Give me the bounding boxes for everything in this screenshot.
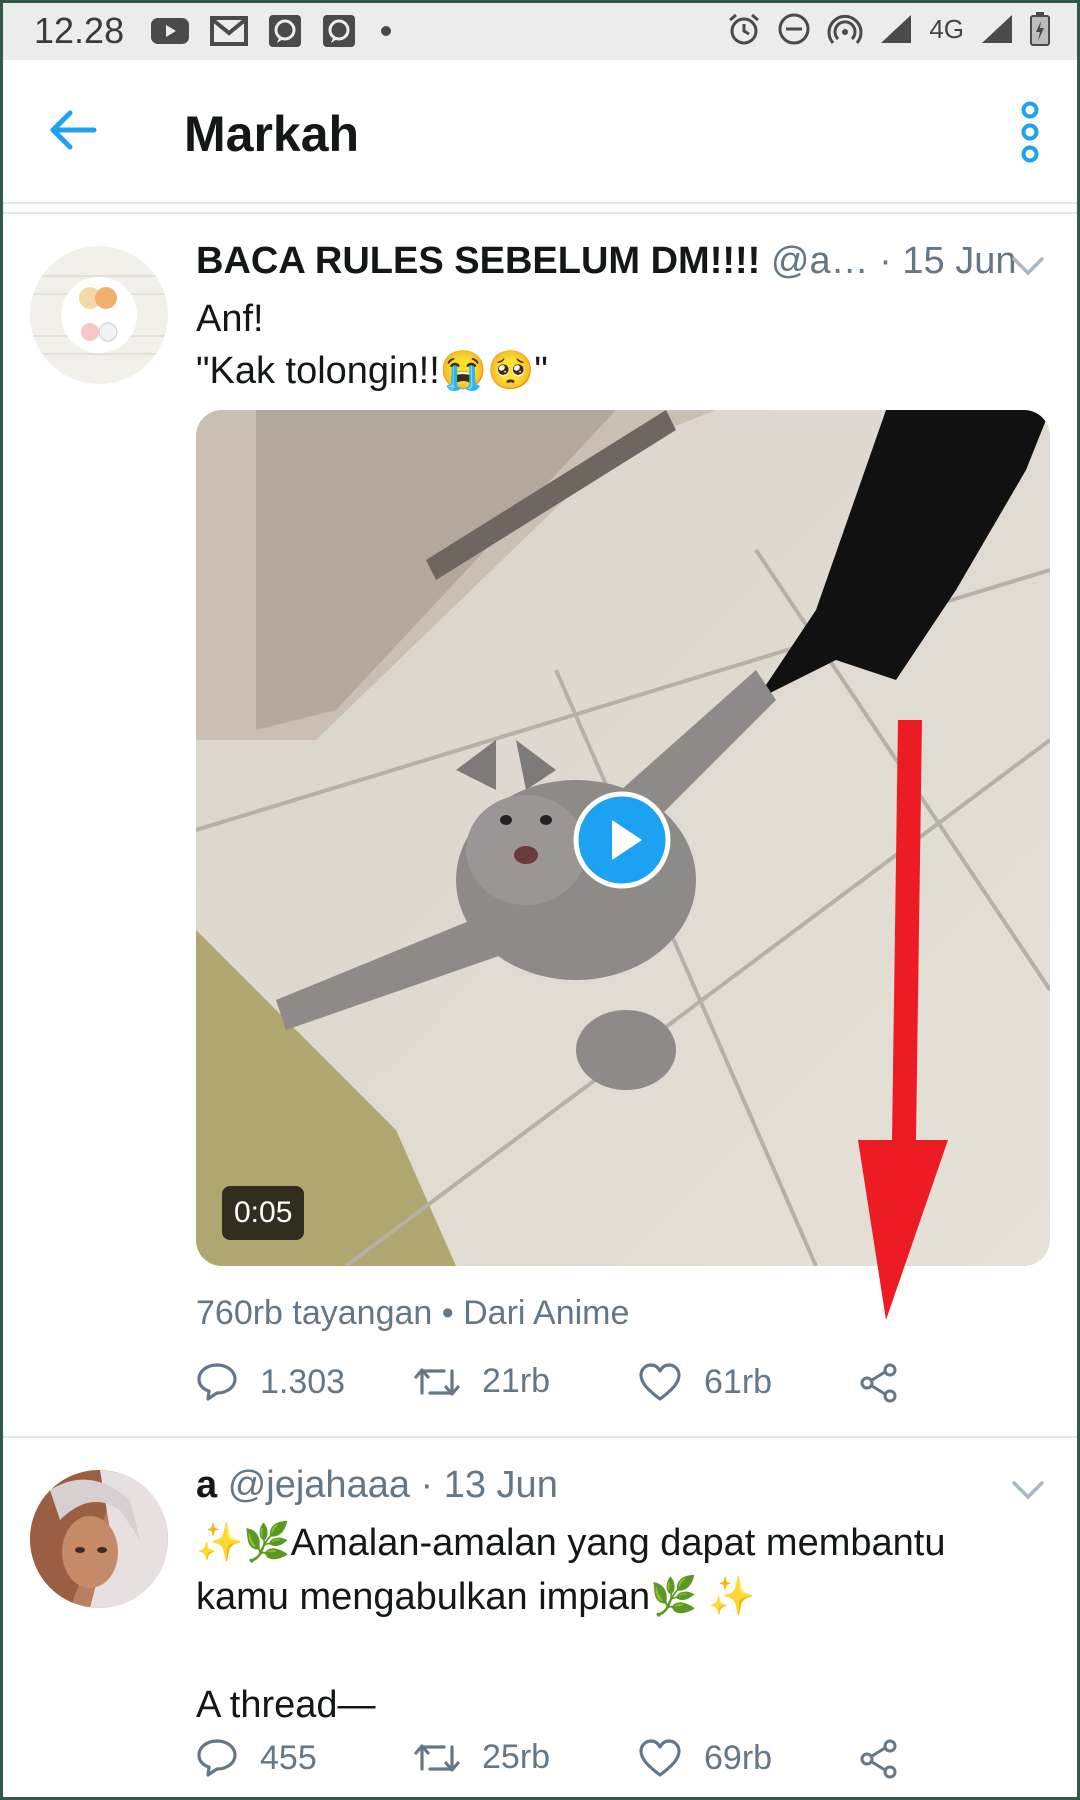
- like-button[interactable]: 61rb: [638, 1362, 772, 1402]
- tweet-2[interactable]: a @jejahaaa · 13 Jun ✨🌿Amalan-amalan yan…: [0, 1438, 1080, 1800]
- signal-icon: [881, 15, 912, 43]
- heart-icon: [639, 1739, 681, 1777]
- chevron-down-icon[interactable]: [1010, 1478, 1046, 1502]
- heart-icon: [639, 1363, 681, 1401]
- dnd-icon: [778, 13, 810, 45]
- hotspot-icon: [827, 14, 863, 44]
- views-info: 760rb tayangan • Dari Anime: [196, 1294, 630, 1332]
- chat-icon: [323, 15, 355, 47]
- share-icon: [860, 1363, 897, 1403]
- author-handle-date: @jejahaaa · 13 Jun: [227, 1464, 558, 1506]
- retweet-icon: [414, 1367, 460, 1396]
- reply-icon: [197, 1739, 237, 1777]
- reply-button[interactable]: 455: [196, 1738, 317, 1778]
- notification-icons: [150, 14, 396, 48]
- retweet-button[interactable]: 25rb: [414, 1738, 550, 1777]
- reply-icon: [197, 1363, 237, 1401]
- page-title: Markah: [184, 106, 360, 162]
- tweet-text-line: "Kak tolongin!!😭🥺": [196, 350, 548, 392]
- tweet-header: a @jejahaaa · 13 Jun: [196, 1464, 558, 1507]
- tweet-text: ✨🌿Amalan-amalan yang dapat membantu kamu…: [196, 1522, 946, 1726]
- reply-count: 1.303: [260, 1362, 346, 1401]
- avatar[interactable]: [30, 246, 168, 384]
- share-button[interactable]: [858, 1738, 900, 1780]
- gmail-icon: [210, 16, 248, 46]
- retweet-count: 21rb: [482, 1362, 551, 1400]
- reply-button[interactable]: 1.303: [196, 1362, 345, 1402]
- author-handle-date: @a… · 15 Jun: [770, 240, 1017, 282]
- author-name[interactable]: a: [196, 1464, 217, 1506]
- status-bar: 12.28 4G: [0, 0, 1080, 60]
- reply-count: 455: [260, 1738, 317, 1777]
- battery-icon: [1030, 12, 1050, 46]
- network-type: 4G: [929, 13, 964, 44]
- chevron-down-icon[interactable]: [1010, 254, 1046, 278]
- more-options-icon[interactable]: [1010, 100, 1050, 164]
- tweet-text-line: Anf!: [196, 298, 264, 340]
- tweet-actions: 455 25rb 69rb: [196, 1738, 1036, 1798]
- app-bar: Markah: [0, 60, 1080, 204]
- alarm-icon: [729, 13, 760, 45]
- share-button[interactable]: [858, 1362, 900, 1404]
- tweet-actions: 1.303 21rb 61rb: [196, 1362, 1036, 1422]
- play-icon[interactable]: [572, 790, 672, 890]
- retweet-icon: [414, 1743, 460, 1772]
- system-icons: 4G: [727, 12, 1050, 46]
- tweet-header: BACA RULES SEBELUM DM!!!! @a… · 15 Jun: [196, 240, 1016, 283]
- author-name[interactable]: BACA RULES SEBELUM DM!!!!: [196, 240, 760, 282]
- retweet-count: 25rb: [482, 1738, 551, 1776]
- like-count: 61rb: [704, 1362, 773, 1401]
- youtube-icon: [151, 18, 189, 44]
- video-duration: 0:05: [222, 1186, 305, 1240]
- annotation-arrow-icon: [858, 720, 948, 1320]
- retweet-button[interactable]: 21rb: [414, 1362, 550, 1401]
- chat-icon: [269, 15, 301, 47]
- share-icon: [860, 1739, 897, 1779]
- back-arrow-icon[interactable]: [42, 100, 102, 160]
- signal-icon: [982, 15, 1012, 43]
- status-time: 12.28: [34, 10, 125, 51]
- avatar[interactable]: [30, 1470, 168, 1608]
- dot-icon: [381, 26, 391, 36]
- like-count: 69rb: [704, 1738, 773, 1777]
- like-button[interactable]: 69rb: [638, 1738, 772, 1778]
